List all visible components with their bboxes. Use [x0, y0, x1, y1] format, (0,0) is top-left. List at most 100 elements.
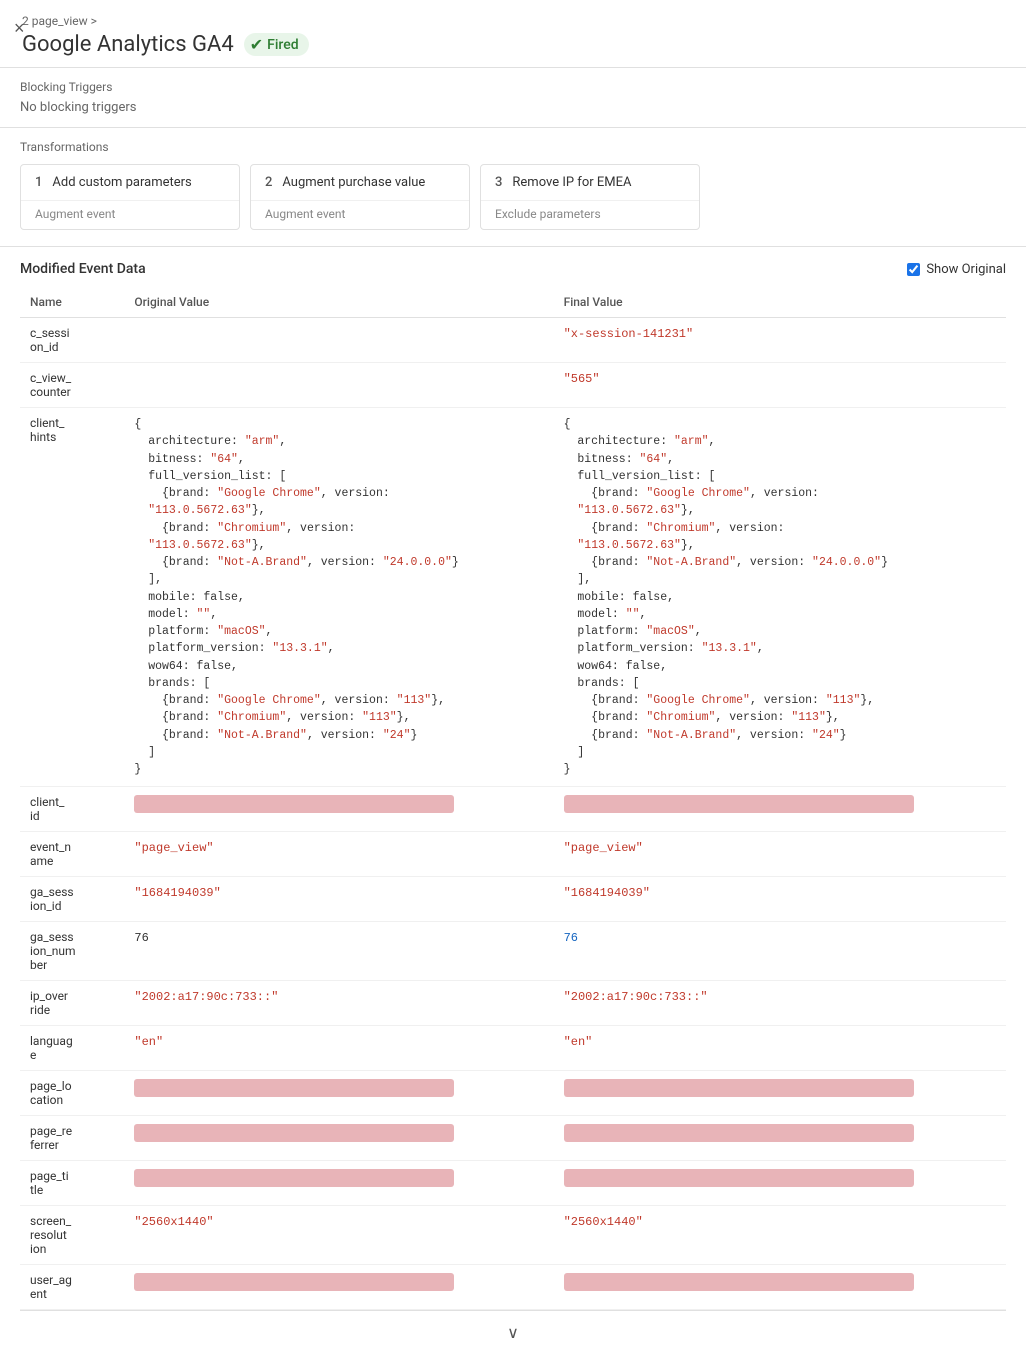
fired-badge: ✔ Fired [244, 33, 309, 56]
row-original: "en" [124, 1026, 553, 1071]
final-value: 76 [564, 931, 578, 945]
expand-icon: ∨ [507, 1323, 519, 1342]
final-value: "2002:a17:90c:733::" [564, 990, 708, 1004]
row-name: ga_session_number [20, 922, 124, 981]
row-name: user_agent [20, 1265, 124, 1310]
table-row: language "en" "en" [20, 1026, 1006, 1071]
row-final: "en" [554, 1026, 1006, 1071]
row-final: "x-session-141231" [554, 318, 1006, 363]
row-final [554, 1071, 1006, 1116]
col-header-name: Name [20, 287, 124, 318]
final-value: "2560x1440" [564, 1215, 643, 1229]
code-block-final: { architecture: "arm", bitness: "64", fu… [564, 416, 996, 778]
redacted-bar-original [134, 795, 454, 813]
table-row: screen_resolution "2560x1440" "2560x1440… [20, 1206, 1006, 1265]
row-name: event_name [20, 832, 124, 877]
show-original-label[interactable]: Show Original [907, 262, 1006, 277]
redacted-bar-final [564, 795, 914, 813]
row-name: c_view_counter [20, 363, 124, 408]
card-1-number: 1 [35, 175, 42, 190]
table-row: ga_session_number 76 76 [20, 922, 1006, 981]
card-2-number: 2 [265, 175, 272, 190]
blocking-triggers-title: Blocking Triggers [20, 80, 1006, 94]
card-1-footer: Augment event [21, 200, 239, 229]
row-original [124, 787, 553, 832]
col-header-original: Original Value [124, 287, 553, 318]
modified-header: Modified Event Data Show Original [20, 261, 1006, 277]
header: × 2 page_view > Google Analytics GA4 ✔ F… [0, 0, 1026, 68]
page-title: Google Analytics GA4 [22, 32, 234, 57]
original-value: "2002:a17:90c:733::" [134, 990, 278, 1004]
row-name: page_referrer [20, 1116, 124, 1161]
row-final: { architecture: "arm", bitness: "64", fu… [554, 408, 1006, 787]
row-name: screen_resolution [20, 1206, 124, 1265]
card-1-header: 1 Add custom parameters [21, 165, 239, 200]
code-block-original: { architecture: "arm", bitness: "64", fu… [134, 416, 543, 778]
row-original: "1684194039" [124, 877, 553, 922]
row-original [124, 318, 553, 363]
transformations-title: Transformations [20, 140, 1006, 154]
title-row: Google Analytics GA4 ✔ Fired [22, 32, 309, 57]
original-value: "en" [134, 1035, 163, 1049]
row-original: "2002:a17:90c:733::" [124, 981, 553, 1026]
final-value: "page_view" [564, 841, 643, 855]
row-final: "1684194039" [554, 877, 1006, 922]
redacted-bar-final [564, 1079, 914, 1097]
blocking-triggers-section: Blocking Triggers No blocking triggers [0, 68, 1026, 128]
row-name: client_id [20, 787, 124, 832]
table-row: page_title [20, 1161, 1006, 1206]
row-original [124, 1265, 553, 1310]
table-row: user_agent [20, 1265, 1006, 1310]
transformation-card-2[interactable]: 2 Augment purchase value Augment event [250, 164, 470, 230]
card-2-header: 2 Augment purchase value [251, 165, 469, 200]
row-final [554, 1161, 1006, 1206]
transformation-card-3[interactable]: 3 Remove IP for EMEA Exclude parameters [480, 164, 700, 230]
row-original [124, 1071, 553, 1116]
row-final: "565" [554, 363, 1006, 408]
row-original: { architecture: "arm", bitness: "64", fu… [124, 408, 553, 787]
card-2-footer: Augment event [251, 200, 469, 229]
table-row: c_session_id "x-session-141231" [20, 318, 1006, 363]
table-row: ip_override "2002:a17:90c:733::" "2002:a… [20, 981, 1006, 1026]
original-value: 76 [134, 931, 148, 945]
table-row: client_hints { architecture: "arm", bitn… [20, 408, 1006, 787]
row-original: 76 [124, 922, 553, 981]
row-final [554, 1116, 1006, 1161]
show-original-checkbox[interactable] [907, 263, 920, 276]
card-3-number: 3 [495, 175, 502, 190]
transformation-card-1[interactable]: 1 Add custom parameters Augment event [20, 164, 240, 230]
redacted-bar-original [134, 1124, 454, 1142]
close-button[interactable]: × [10, 14, 29, 43]
row-name: language [20, 1026, 124, 1071]
redacted-bar-final [564, 1124, 914, 1142]
final-value: "565" [564, 372, 600, 386]
row-final [554, 787, 1006, 832]
card-3-header: 3 Remove IP for EMEA [481, 165, 699, 200]
no-triggers-text: No blocking triggers [20, 100, 1006, 115]
original-value: "2560x1440" [134, 1215, 213, 1229]
card-2-name: Augment purchase value [282, 175, 425, 190]
row-final: 76 [554, 922, 1006, 981]
table-row: event_name "page_view" "page_view" [20, 832, 1006, 877]
table-row: c_view_counter "565" [20, 363, 1006, 408]
transformation-cards: 1 Add custom parameters Augment event 2 … [20, 164, 1006, 230]
table-row: client_id [20, 787, 1006, 832]
card-1-name: Add custom parameters [52, 175, 191, 190]
modified-event-section: Modified Event Data Show Original Name O… [0, 247, 1026, 1354]
row-original [124, 1116, 553, 1161]
redacted-bar-original [134, 1169, 454, 1187]
row-name: c_session_id [20, 318, 124, 363]
original-value: "1684194039" [134, 886, 220, 900]
row-final: "2002:a17:90c:733::" [554, 981, 1006, 1026]
row-final [554, 1265, 1006, 1310]
row-original: "page_view" [124, 832, 553, 877]
row-final: "2560x1440" [554, 1206, 1006, 1265]
row-name: client_hints [20, 408, 124, 787]
table-row: page_referrer [20, 1116, 1006, 1161]
row-name: ip_override [20, 981, 124, 1026]
expand-button[interactable]: ∨ [20, 1310, 1006, 1354]
check-circle-icon: ✔ [250, 35, 263, 54]
redacted-bar-original [134, 1079, 454, 1097]
final-value: "1684194039" [564, 886, 650, 900]
fired-label: Fired [267, 37, 299, 53]
